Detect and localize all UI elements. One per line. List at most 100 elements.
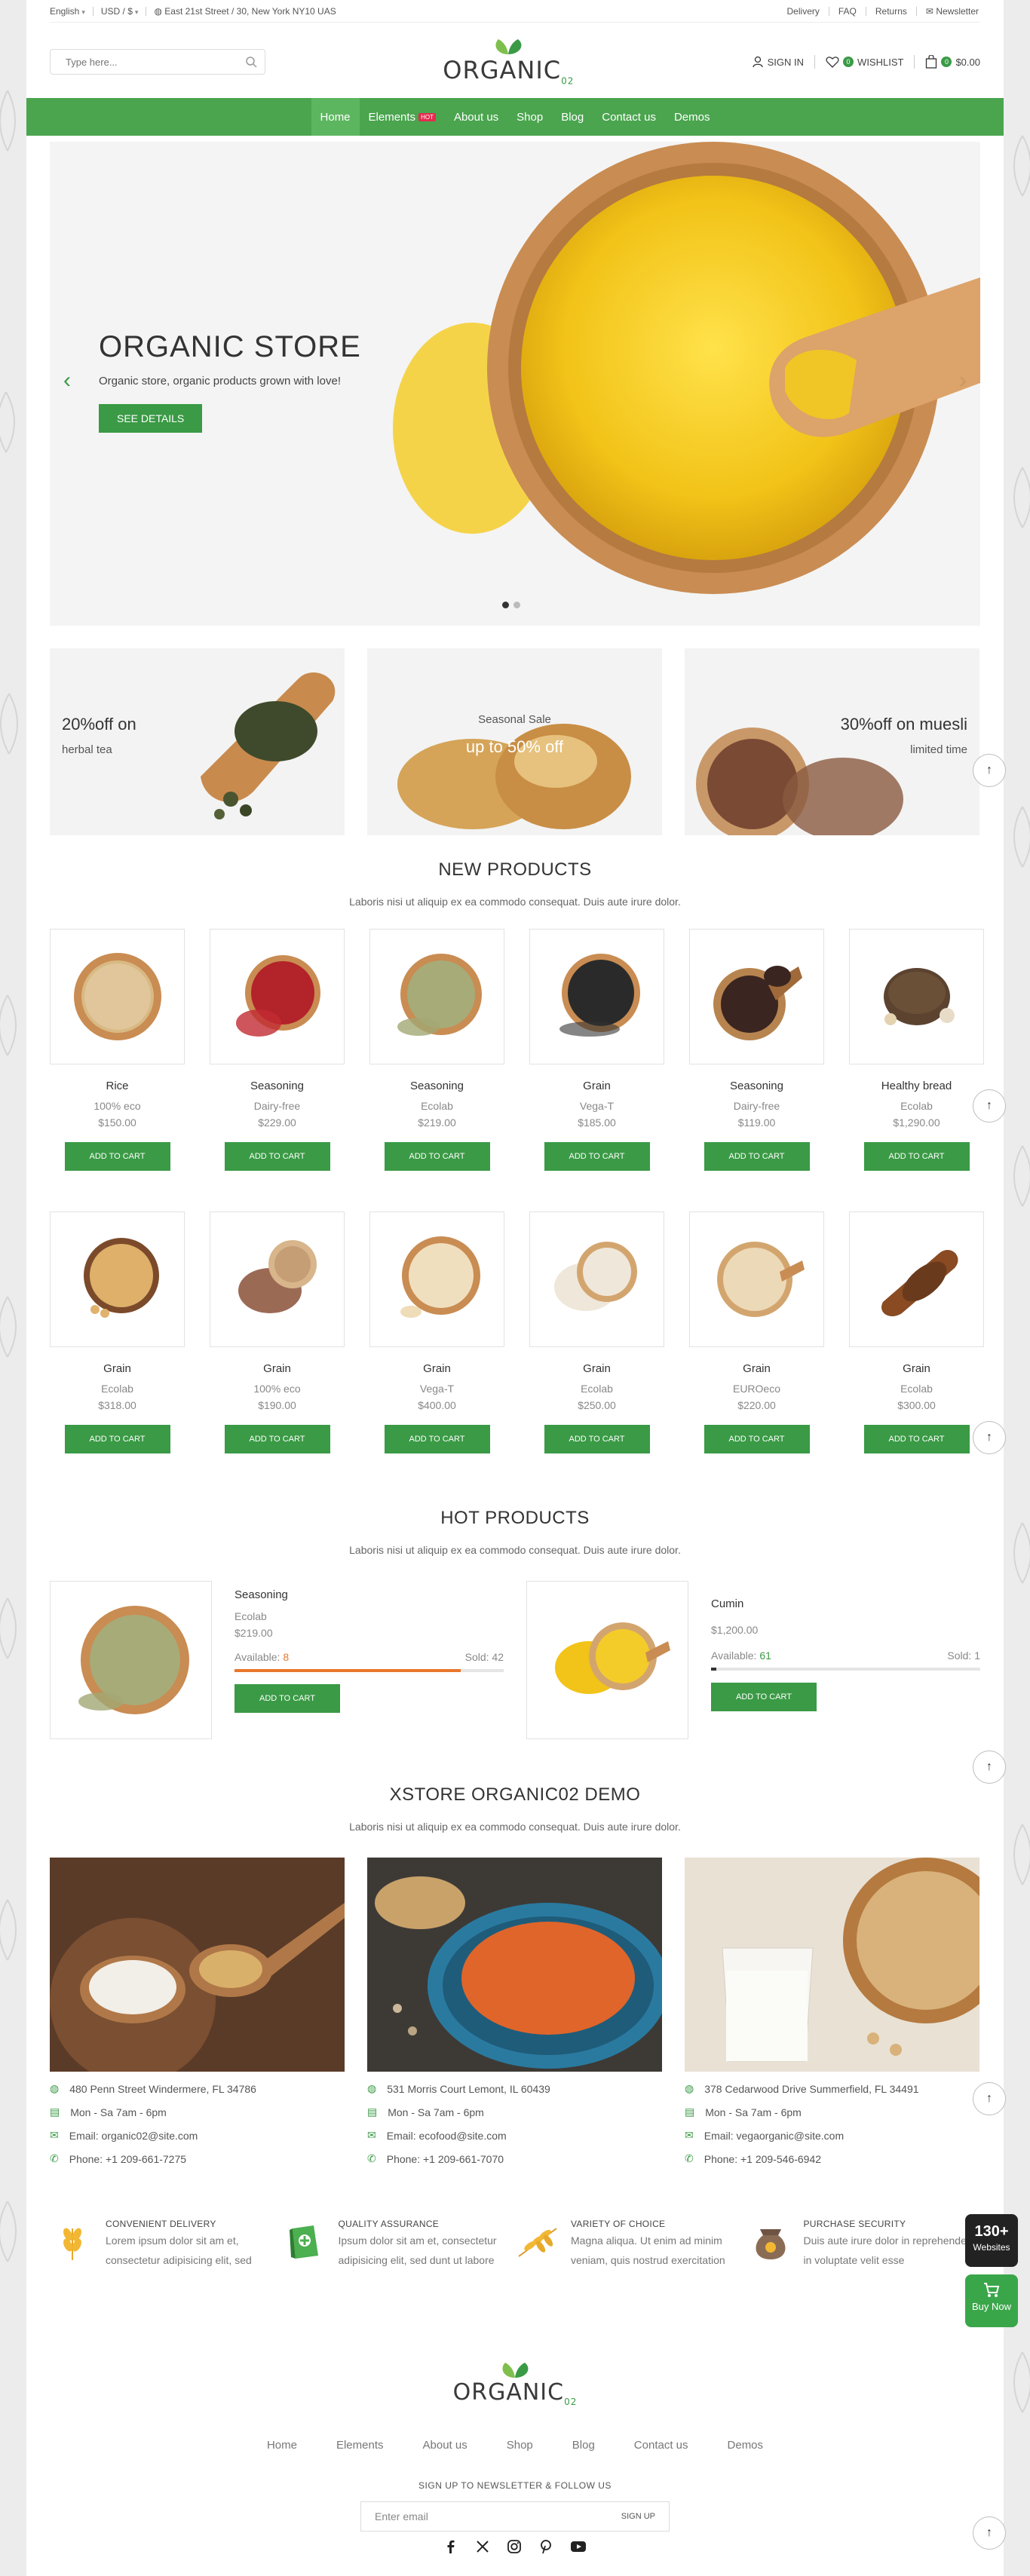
main-nav: Home Elements HOT About us Shop Blog Cont… (26, 98, 1004, 136)
product-name[interactable]: Healthy bread (849, 1080, 984, 1092)
see-details-button[interactable]: SEE DETAILS (99, 404, 203, 433)
cart-link[interactable]: 0 $0.00 (925, 55, 980, 69)
product-image[interactable] (210, 1211, 345, 1347)
feature-title: PURCHASE SECURITY (803, 2219, 906, 2229)
add-to-cart-button[interactable]: ADD TO CART (863, 1425, 970, 1453)
product-name[interactable]: Seasoning (210, 1080, 345, 1092)
user-icon (752, 56, 763, 68)
product-image[interactable] (50, 1581, 212, 1739)
nav-demos[interactable]: Demos (665, 98, 719, 136)
footer-logo[interactable]: ORGANIC02 (50, 2361, 980, 2407)
add-to-cart-button[interactable]: ADD TO CART (704, 1425, 810, 1453)
pinterest-icon[interactable] (538, 2539, 553, 2554)
sign-in-link[interactable]: SIGN IN (752, 56, 804, 68)
slider-dot-2[interactable] (513, 602, 520, 608)
slider-dot-1[interactable] (502, 602, 509, 608)
add-to-cart-button[interactable]: ADD TO CART (64, 1142, 170, 1171)
x-twitter-icon[interactable] (475, 2539, 490, 2554)
product-image[interactable] (526, 1581, 688, 1739)
nav-contact-us[interactable]: Contact us (593, 98, 665, 136)
product-name[interactable]: Grain (369, 1362, 504, 1375)
newsletter-link[interactable]: ✉ Newsletter (924, 6, 980, 17)
product-name[interactable]: Grain (689, 1362, 824, 1375)
youtube-icon[interactable] (570, 2539, 587, 2554)
product-image[interactable] (529, 929, 664, 1064)
newsletter-email-input[interactable]: Enter email (375, 2510, 428, 2522)
currency-selector[interactable]: USD / $ ▾ (101, 6, 139, 17)
product-name[interactable]: Rice (50, 1080, 185, 1092)
scroll-to-top-button[interactable]: ↑ (973, 754, 1006, 787)
websites-count-widget[interactable]: 130+ Websites (965, 2214, 1018, 2267)
product-name[interactable]: Grain (529, 1362, 664, 1375)
footer-link-blog[interactable]: Blog (572, 2439, 595, 2452)
product-image[interactable] (50, 1211, 185, 1347)
product-name[interactable]: Cumin (711, 1597, 980, 1610)
store-image[interactable] (50, 1858, 345, 2072)
scroll-to-top-button[interactable]: ↑ (973, 1421, 1006, 1454)
product-card: Seasoning Dairy-free $229.00 ADD TO CART (210, 929, 345, 1171)
footer-link-shop[interactable]: Shop (507, 2439, 533, 2452)
slider-next-arrow-icon[interactable]: › (959, 368, 967, 394)
add-to-cart-button[interactable]: ADD TO CART (711, 1683, 817, 1711)
product-name[interactable]: Grain (210, 1362, 345, 1375)
add-to-cart-button[interactable]: ADD TO CART (544, 1142, 650, 1171)
product-name[interactable]: Seasoning (369, 1080, 504, 1092)
product-image[interactable] (689, 1211, 824, 1347)
promo-banner-muesli[interactable]: 30%off on muesli limited time (685, 648, 979, 835)
product-name[interactable]: Grain (50, 1362, 185, 1375)
search-icon[interactable] (245, 56, 257, 68)
instagram-icon[interactable] (507, 2539, 522, 2554)
search-input[interactable] (66, 56, 231, 68)
scroll-to-top-button[interactable]: ↑ (973, 1751, 1006, 1784)
scroll-to-top-button[interactable]: ↑ (973, 2516, 1006, 2550)
site-logo[interactable]: ORGANIC02 (443, 38, 574, 86)
promo-banner-herbal-tea[interactable]: 20%off on herbal tea (50, 648, 345, 835)
scroll-to-top-button[interactable]: ↑ (973, 2082, 1006, 2115)
product-image[interactable] (849, 1211, 984, 1347)
slider-prev-arrow-icon[interactable]: ‹ (63, 368, 71, 394)
product-image[interactable] (689, 929, 824, 1064)
add-to-cart-button[interactable]: ADD TO CART (384, 1425, 490, 1453)
nav-shop[interactable]: Shop (507, 98, 552, 136)
add-to-cart-button[interactable]: ADD TO CART (235, 1684, 340, 1713)
buy-now-button[interactable]: Buy Now (965, 2274, 1018, 2327)
product-name[interactable]: Grain (849, 1362, 984, 1375)
add-to-cart-button[interactable]: ADD TO CART (224, 1425, 330, 1453)
faq-link[interactable]: FAQ (837, 6, 858, 17)
wishlist-link[interactable]: 0 WISHLIST (826, 56, 903, 68)
facebook-icon[interactable] (443, 2539, 458, 2554)
promo-banner-seasonal-sale[interactable]: Seasonal Sale up to 50% off (367, 648, 662, 835)
add-to-cart-button[interactable]: ADD TO CART (544, 1425, 650, 1453)
globe-icon: ◍ (50, 2082, 60, 2094)
scroll-to-top-button[interactable]: ↑ (973, 1089, 1006, 1123)
product-name[interactable]: Grain (529, 1080, 664, 1092)
newsletter-signup-button[interactable]: SIGN UP (621, 2512, 655, 2521)
product-name[interactable]: Seasoning (689, 1080, 824, 1092)
footer-link-home[interactable]: Home (267, 2439, 297, 2452)
product-image[interactable] (369, 929, 504, 1064)
nav-about-us[interactable]: About us (445, 98, 507, 136)
nav-home[interactable]: Home (311, 98, 360, 136)
add-to-cart-button[interactable]: ADD TO CART (863, 1142, 970, 1171)
product-image[interactable] (50, 929, 185, 1064)
store-image[interactable] (685, 1858, 979, 2072)
footer-link-elements[interactable]: Elements (336, 2439, 384, 2452)
add-to-cart-button[interactable]: ADD TO CART (384, 1142, 490, 1171)
product-image[interactable] (369, 1211, 504, 1347)
nav-elements[interactable]: Elements HOT (360, 98, 445, 136)
add-to-cart-button[interactable]: ADD TO CART (224, 1142, 330, 1171)
returns-link[interactable]: Returns (874, 6, 909, 17)
product-image[interactable] (849, 929, 984, 1064)
language-selector[interactable]: English ▾ (50, 6, 85, 17)
footer-link-contact-us[interactable]: Contact us (634, 2439, 688, 2452)
add-to-cart-button[interactable]: ADD TO CART (64, 1425, 170, 1453)
product-image[interactable] (210, 929, 345, 1064)
product-image[interactable] (529, 1211, 664, 1347)
product-name[interactable]: Seasoning (235, 1588, 504, 1601)
delivery-link[interactable]: Delivery (786, 6, 821, 17)
footer-link-demos[interactable]: Demos (728, 2439, 764, 2452)
add-to-cart-button[interactable]: ADD TO CART (704, 1142, 810, 1171)
footer-link-about-us[interactable]: About us (423, 2439, 467, 2452)
nav-blog[interactable]: Blog (552, 98, 593, 136)
store-image[interactable] (367, 1858, 662, 2072)
